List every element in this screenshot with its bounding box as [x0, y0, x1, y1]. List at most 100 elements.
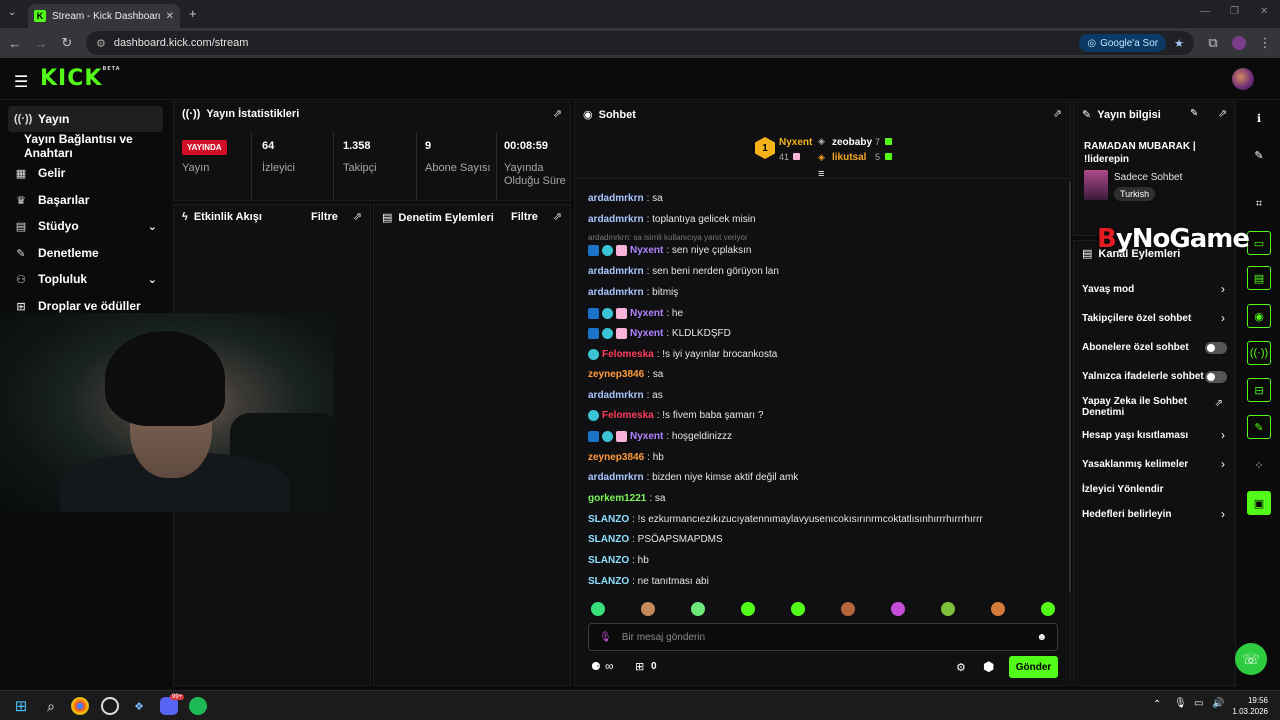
emote-icon[interactable]	[1041, 602, 1055, 616]
minimize-icon[interactable]: —	[1200, 6, 1210, 17]
broadcast-icon[interactable]: ((·))	[1247, 341, 1271, 365]
chat-message[interactable]: ardadmrkrn: sa	[588, 193, 663, 204]
send-button[interactable]: Gönder	[1009, 656, 1058, 678]
chat-message[interactable]: ardadmrkrn: toplantıya gelicek misin	[588, 214, 756, 225]
tray-chevron-icon[interactable]: ⌃	[1153, 699, 1161, 710]
hamburger-menu-icon[interactable]: ☰	[14, 72, 28, 92]
chat-message[interactable]: ardadmrkrn: bitmiş	[588, 287, 678, 298]
activity-filter-button[interactable]: Filtre	[311, 211, 338, 223]
sidebar-item-revenue[interactable]: ▦ Gelir	[8, 160, 163, 186]
bookmark-star-icon[interactable]: ★	[1174, 37, 1184, 50]
chat-message[interactable]: Nyxent: he	[588, 308, 683, 319]
chat-message[interactable]: zeynep3846: hb	[588, 452, 664, 463]
layout-icon[interactable]: ⊟	[1247, 378, 1271, 402]
toggle-switch[interactable]	[1205, 371, 1227, 383]
kick-logo[interactable]: KICKBETA	[40, 66, 121, 91]
leader-first-name[interactable]: Nyxent	[779, 137, 812, 148]
chat-username[interactable]: SLANZO	[588, 514, 629, 525]
user-avatar[interactable]	[1232, 68, 1254, 90]
new-tab-icon[interactable]: +	[189, 6, 197, 21]
channel-action-item[interactable]: Hedefleri belirleyin	[1082, 509, 1230, 520]
channel-action-item[interactable]: Hesap yaşı kısıtlaması	[1082, 430, 1230, 441]
sidebar-item-community[interactable]: ⚇ Topluluk ⌄	[8, 266, 163, 292]
chat-message[interactable]: Nyxent: KLDLKDŞFD	[588, 328, 731, 339]
toggle-switch[interactable]	[1205, 342, 1227, 354]
channel-action-item[interactable]: İzleyici Yönlendir	[1082, 484, 1230, 495]
app-icon[interactable]: ▣	[1247, 491, 1271, 515]
chat-username[interactable]: Felomeska	[602, 410, 654, 421]
gift-icon[interactable]: ⊞	[635, 660, 644, 673]
chat-message[interactable]: SLANZO: ne tanıtması abi	[588, 576, 709, 587]
chat-message[interactable]: SLANZO: hb	[588, 555, 649, 566]
forward-icon[interactable]: →	[34, 36, 48, 51]
emote-icon[interactable]	[791, 602, 805, 616]
mic-tray-icon[interactable]: 🎙	[1174, 698, 1187, 709]
channel-action-item[interactable]: Yavaş mod	[1082, 284, 1230, 295]
reload-icon[interactable]: ↻	[60, 35, 74, 51]
channel-action-item[interactable]: Takipçilere özel sohbet	[1082, 313, 1230, 324]
google-ask-button[interactable]: ◎ Google'a Sor	[1079, 34, 1167, 52]
chat-message[interactable]: zeynep3846: sa	[588, 369, 663, 380]
popout-icon[interactable]: ⇗	[1053, 107, 1062, 120]
chat-message[interactable]: ardadmrkrn: sen beni nerden görüyon lan	[588, 266, 779, 277]
extensions-icon[interactable]: ⧉	[1206, 35, 1220, 51]
emote-icon[interactable]	[741, 602, 755, 616]
browser-tab[interactable]: K Stream - Kick Dashboard ✕	[28, 4, 180, 28]
chat-message[interactable]: Nyxent: hoşgeldinizzz	[588, 431, 732, 442]
chat-username[interactable]: zeynep3846	[588, 369, 644, 380]
channel-action-item[interactable]: Yasaklanmış kelimeler	[1082, 459, 1230, 470]
emoji-icon[interactable]: ☻	[1036, 632, 1047, 643]
chat-icon[interactable]: ◉	[1247, 304, 1271, 328]
site-info-icon[interactable]: ⚙	[96, 37, 106, 50]
dots-icon[interactable]: ⁘	[1247, 453, 1271, 477]
chat-message-input[interactable]: 🎙 Bir mesaj gönderin ☻	[588, 623, 1058, 651]
spotify-icon[interactable]	[189, 697, 207, 715]
windows-start-icon[interactable]: ⊞	[12, 697, 30, 715]
emote-icon[interactable]	[591, 602, 605, 616]
sidebar-item-moderation[interactable]: ✎ Denetleme	[8, 240, 163, 266]
chat-username[interactable]: Nyxent	[630, 308, 663, 319]
chat-username[interactable]: SLANZO	[588, 534, 629, 545]
chat-message[interactable]: gorkem1221: sa	[588, 493, 666, 504]
popout-icon[interactable]: ⇗	[553, 210, 562, 223]
chat-message[interactable]: Felomeska: !s fivem baba şamarı ?	[588, 410, 763, 421]
sidebar-item-studio[interactable]: ▤ Stüdyo ⌄	[8, 213, 163, 239]
emote-icon[interactable]	[941, 602, 955, 616]
channel-action-item[interactable]: Yapay Zeka ile Sohbet Denetimi	[1082, 396, 1230, 418]
leader-second-name[interactable]: zeobaby	[832, 137, 872, 148]
chat-username[interactable]: ardadmrkrn	[588, 390, 644, 401]
chat-username[interactable]: SLANZO	[588, 555, 629, 566]
chat-message[interactable]: Felomeska: !s iyi yayınlar brocankosta	[588, 349, 777, 360]
popout-icon[interactable]: ⇗	[353, 210, 362, 223]
emote-icon[interactable]	[841, 602, 855, 616]
emote-icon[interactable]	[641, 602, 655, 616]
chat-username[interactable]: Nyxent	[630, 431, 663, 442]
settings-gear-icon[interactable]: ⚙	[956, 661, 966, 674]
chat-username[interactable]: ardadmrkrn	[588, 472, 644, 483]
help-chat-icon[interactable]: ☏	[1235, 643, 1267, 675]
chat-username[interactable]: ardadmrkrn	[588, 193, 644, 204]
microphone-icon[interactable]: 🎙	[599, 632, 612, 643]
maximize-icon[interactable]: ❐	[1230, 6, 1239, 17]
chat-message[interactable]: SLANZO: !s ezkurmancıezıkızucıyatennımay…	[588, 514, 983, 525]
pencil-icon[interactable]: ✎	[1247, 143, 1271, 167]
tab-search-icon[interactable]: ⌄	[8, 7, 16, 18]
widget-icon[interactable]: ▭	[1247, 231, 1271, 255]
sidebar-item-stream[interactable]: ((·)) Yayın	[8, 106, 163, 132]
wrench-icon[interactable]: ✎	[1247, 415, 1271, 439]
notes-icon[interactable]: ▤	[1247, 266, 1271, 290]
chat-username[interactable]: ardadmrkrn	[588, 214, 644, 225]
app-circle-icon[interactable]	[101, 697, 119, 715]
url-input[interactable]: ⚙ dashboard.kick.com/stream ◎ Google'a So…	[86, 31, 1194, 55]
popout-icon[interactable]: ⇗	[553, 107, 562, 120]
sidebar-item-stream-key[interactable]: Yayın Bağlantısı ve Anahtarı	[8, 132, 163, 160]
menu-dots-icon[interactable]: ⋮	[1258, 35, 1272, 51]
bot-icon[interactable]: ⬢	[983, 659, 994, 675]
chat-message[interactable]: ardadmrkrn: bizden niye kimse aktif deği…	[588, 472, 798, 483]
leader-third-name[interactable]: likutsal	[832, 152, 866, 163]
window-close-icon[interactable]: ✕	[1260, 6, 1268, 17]
chat-message[interactable]: Nyxent: sen niye çıplaksın	[588, 245, 751, 256]
chat-username[interactable]: SLANZO	[588, 576, 629, 587]
emote-icon[interactable]	[991, 602, 1005, 616]
back-icon[interactable]: ←	[8, 36, 22, 51]
